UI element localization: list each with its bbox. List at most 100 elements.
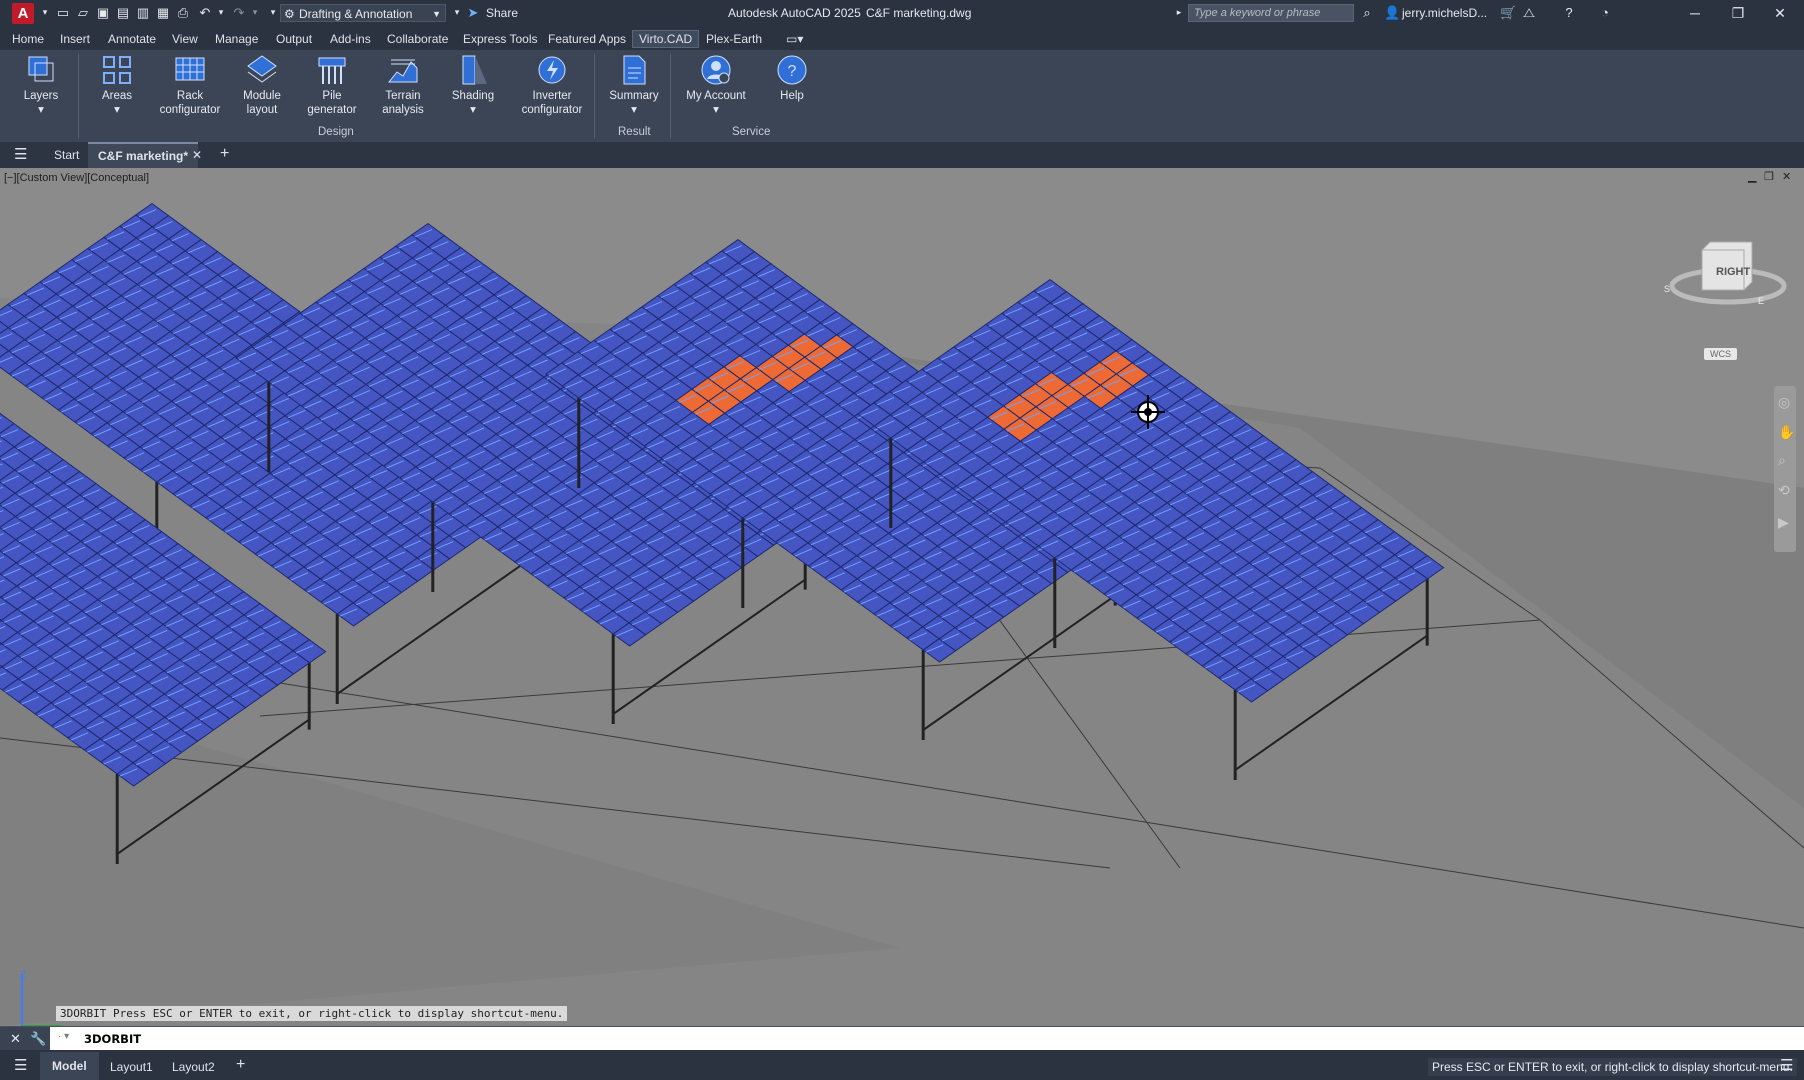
shading-label: Shading	[451, 90, 495, 102]
print-icon[interactable]: ⎙	[176, 5, 190, 20]
workspace-menu-icon[interactable]: ▾	[450, 5, 464, 20]
viewport-close-icon[interactable]: ✕	[1782, 170, 1791, 183]
terrain-analysis-button[interactable]: Terrain analysis	[374, 54, 432, 117]
undo-icon[interactable]: ↶	[198, 5, 212, 20]
pan-icon[interactable]: ✋	[1778, 424, 1795, 441]
rack-configurator-button[interactable]: Rack configurator	[152, 54, 228, 117]
panel-label-result: Result	[618, 126, 651, 138]
tab-annotate[interactable]: Annotate	[108, 32, 156, 46]
quick-access-menu-icon[interactable]: ▾	[266, 5, 280, 20]
help-button[interactable]: ? Help	[772, 54, 812, 103]
summary-button[interactable]: Summary ▾	[606, 54, 662, 117]
tab-insert[interactable]: Insert	[60, 32, 90, 46]
viewport-minimize-icon[interactable]: ▁	[1748, 170, 1756, 183]
redo-icon[interactable]: ↷	[232, 5, 246, 20]
undo-dropdown-icon[interactable]: ▾	[214, 5, 228, 20]
save-icon[interactable]: ▣	[96, 5, 110, 20]
customize-wrench-icon[interactable]: 🔧	[30, 1031, 46, 1047]
add-layout-icon[interactable]: +	[236, 1056, 245, 1074]
share-button[interactable]: Share	[486, 6, 518, 20]
svg-text:E: E	[1758, 296, 1764, 306]
tab-layout1[interactable]: Layout1	[110, 1060, 153, 1074]
save-as-icon[interactable]: ▤	[116, 5, 130, 20]
tab-output[interactable]: Output	[276, 32, 312, 46]
feedback-icon[interactable]: ◔	[1598, 5, 1612, 20]
my-account-button[interactable]: My Account ▾	[682, 54, 750, 117]
redo-dropdown-icon[interactable]: ▾	[248, 5, 262, 20]
user-account-button[interactable]: jerry.michelsD...	[1402, 6, 1487, 20]
tab-collaborate[interactable]: Collaborate	[387, 32, 448, 46]
command-line[interactable]: ✕ 🔧 · ▾ 3DORBIT	[0, 1026, 1804, 1051]
new-tab-icon[interactable]: +	[220, 145, 229, 163]
status-message: Press ESC or ENTER to exit, or right-cli…	[1428, 1058, 1797, 1076]
steering-wheel-icon[interactable]: ◎	[1778, 394, 1790, 411]
tab-add-ins[interactable]: Add-ins	[330, 32, 371, 46]
tab-model[interactable]: Model	[40, 1052, 99, 1080]
app-menu-chevron-icon[interactable]: ▾	[38, 5, 52, 20]
drawing-tab-label: C&F marketing*	[98, 149, 189, 163]
workspace-selector[interactable]: ⚙ Drafting & Annotation ▼	[280, 4, 446, 22]
share-icon: ➤	[467, 5, 479, 20]
ribbon-display-toggle-icon[interactable]: ▭▾	[786, 32, 803, 46]
close-button[interactable]: ✕	[1768, 4, 1792, 22]
zoom-icon[interactable]: ⌕	[1778, 452, 1786, 469]
application-menu-button[interactable]: A	[12, 3, 34, 24]
pile-generator-button[interactable]: Pile generator	[302, 54, 362, 117]
tab-express-tools[interactable]: Express Tools	[463, 32, 537, 46]
inverter-configurator-button[interactable]: Inverter configurator	[514, 54, 590, 117]
cart-icon[interactable]: 🛒	[1500, 5, 1516, 20]
tab-plex-earth[interactable]: Plex-Earth	[706, 32, 762, 46]
shading-button[interactable]: Shading ▾	[448, 54, 498, 117]
tab-view[interactable]: View	[172, 32, 198, 46]
tab-home[interactable]: Home	[12, 32, 44, 46]
close-command-line-icon[interactable]: ✕	[10, 1031, 21, 1047]
command-line-tools: ✕ 🔧	[0, 1027, 50, 1051]
restore-button[interactable]: ❐	[1726, 4, 1750, 22]
solar-array-3d-view	[0, 168, 1804, 1026]
module-layout-button[interactable]: Module layout	[236, 54, 288, 117]
areas-button[interactable]: Areas ▾	[94, 54, 140, 117]
viewport-controls-label[interactable]: [−][Custom View][Conceptual]	[4, 172, 149, 184]
areas-icon	[103, 56, 131, 84]
plot-icon[interactable]: ▥	[136, 5, 150, 20]
dropdown-icon: ▾	[470, 104, 476, 116]
open-file-icon[interactable]: ▱	[76, 5, 90, 20]
help-icon[interactable]: ?	[1562, 5, 1576, 20]
wcs-menu[interactable]: WCS	[1704, 348, 1737, 360]
tab-featured-apps[interactable]: Featured Apps	[548, 32, 626, 46]
user-icon: 👤	[1384, 5, 1401, 20]
my-account-label: My Account	[686, 90, 746, 102]
title-bar: A ▾ ▭ ▱ ▣ ▤ ▥ ▦ ⎙ ↶ ▾ ↷ ▾ ▾ ⚙ Drafting &…	[0, 0, 1804, 27]
minimize-button[interactable]: ─	[1683, 4, 1707, 22]
recent-commands-icon[interactable]: · ▾	[58, 1031, 69, 1042]
viewcube[interactable]: S E	[1660, 238, 1790, 318]
orbit-icon[interactable]: ⟲	[1778, 482, 1790, 499]
layout-menu-icon[interactable]: ☰	[14, 1056, 27, 1074]
file-menu-icon[interactable]: ☰	[14, 145, 27, 163]
search-icon[interactable]: ⌕	[1360, 5, 1374, 20]
tab-virto-cad[interactable]: Virto.CAD	[632, 30, 700, 48]
tab-manage[interactable]: Manage	[215, 32, 258, 46]
showmotion-icon[interactable]: ▶	[1778, 514, 1789, 531]
close-tab-icon[interactable]: ✕	[192, 148, 202, 162]
expand-search-icon[interactable]: ▸	[1172, 5, 1186, 20]
customization-menu-icon[interactable]: ☰	[1780, 1056, 1793, 1074]
viewport-restore-icon[interactable]: ❐	[1764, 170, 1774, 183]
publish-icon[interactable]: ▦	[156, 5, 170, 20]
viewcube-face-label[interactable]: RIGHT	[1716, 266, 1750, 278]
new-file-icon[interactable]: ▭	[56, 5, 70, 20]
drawing-viewport[interactable]: [−][Custom View][Conceptual] ▁ ❐ ✕ S E R…	[0, 168, 1804, 1026]
panel-label-service: Service	[732, 126, 771, 138]
workspace-label: Drafting & Annotation	[299, 7, 413, 21]
tab-start[interactable]: Start	[54, 148, 79, 162]
layers-button[interactable]: Layers ▾	[20, 54, 62, 117]
status-bar: ☰ Model Layout1 Layout2 + Press ESC or E…	[0, 1050, 1804, 1080]
help-circle-icon: ?	[777, 55, 807, 85]
search-input[interactable]: Type a keyword or phrase	[1188, 4, 1354, 22]
command-input[interactable]: 3DORBIT	[84, 1032, 141, 1046]
tab-drawing[interactable]: C&F marketing*	[88, 142, 199, 170]
areas-label: Areas	[101, 90, 133, 102]
autodesk-connect-icon[interactable]: ⧍	[1522, 5, 1536, 20]
svg-text:S: S	[1664, 284, 1670, 294]
tab-layout2[interactable]: Layout2	[172, 1060, 215, 1074]
